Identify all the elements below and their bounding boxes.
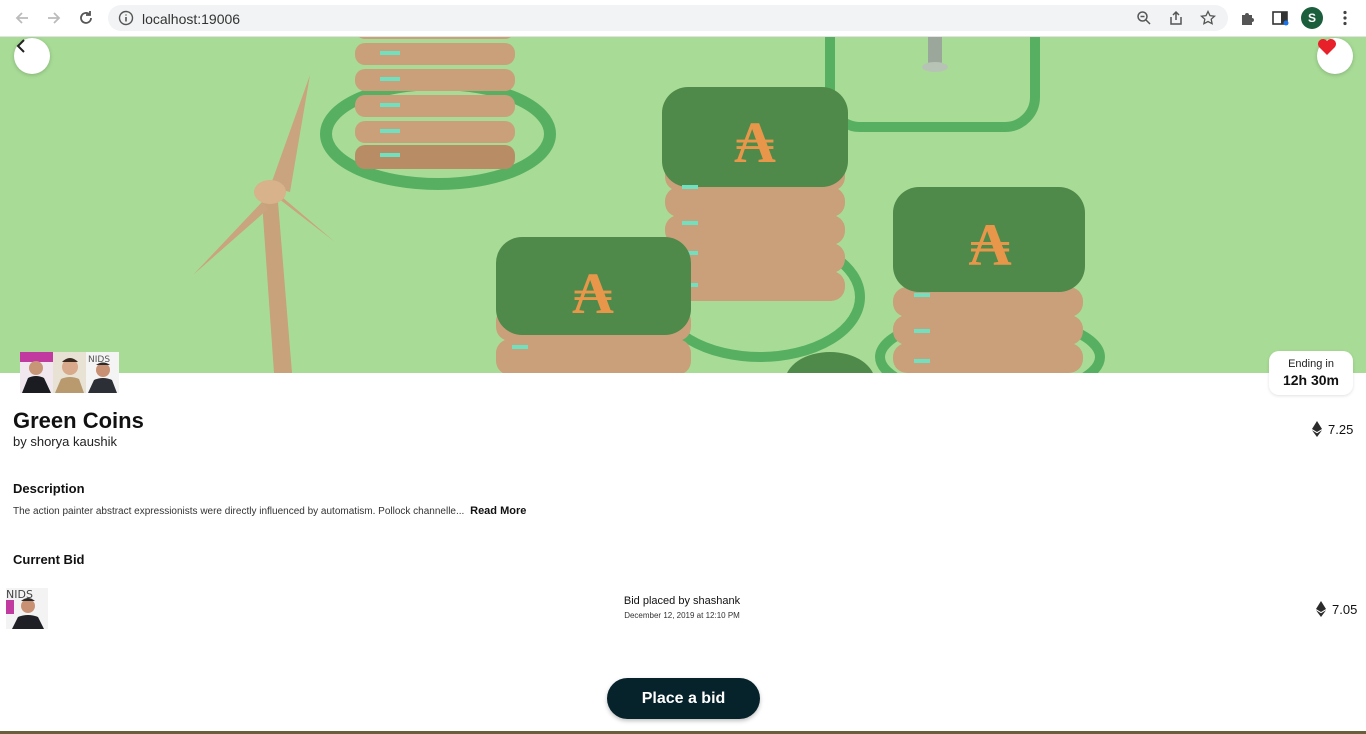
svg-text:₳: ₳ — [572, 259, 614, 327]
extensions-puzzle-icon[interactable] — [1239, 9, 1257, 27]
ethereum-icon — [1316, 601, 1326, 617]
browser-menu-icon[interactable] — [1336, 9, 1354, 27]
svg-text:₳: ₳ — [734, 108, 776, 176]
profile-avatar[interactable]: S — [1301, 7, 1323, 29]
favorite-button[interactable] — [1317, 38, 1353, 74]
owner-avatar[interactable] — [20, 352, 53, 393]
side-panel-icon[interactable] — [1271, 9, 1289, 27]
back-button[interactable] — [14, 38, 50, 74]
owner-avatar[interactable] — [53, 352, 86, 393]
nft-price-value: 7.25 — [1328, 421, 1354, 437]
description-heading: Description — [13, 481, 85, 496]
bid-amount-value: 7.05 — [1332, 601, 1358, 617]
reload-icon[interactable] — [75, 8, 97, 28]
place-bid-button[interactable]: Place a bid — [607, 678, 760, 719]
address-bar[interactable]: localhost:19006 — [108, 5, 1228, 31]
bid-amount: 7.05 — [1316, 601, 1357, 617]
read-more-link[interactable]: Read More — [470, 505, 526, 517]
heart-icon — [1318, 39, 1336, 55]
zoom-icon[interactable] — [1136, 10, 1152, 26]
bid-date: December 12, 2019 at 12:10 PM — [624, 611, 740, 620]
browser-toolbar: localhost:19006 S — [0, 0, 1366, 37]
ending-label: Ending in — [1288, 358, 1334, 370]
nft-hero-image: ₳ ₳ ₳ — [0, 37, 1366, 373]
bidder-avatar[interactable]: NIDS — [6, 588, 48, 629]
chevron-left-icon — [16, 39, 25, 53]
share-icon[interactable] — [1168, 10, 1184, 26]
url-text: localhost:19006 — [142, 11, 241, 27]
nft-price: 7.25 — [1312, 421, 1353, 437]
forward-arrow-icon[interactable] — [43, 8, 65, 28]
back-arrow-icon[interactable] — [11, 8, 33, 28]
ethereum-icon — [1312, 421, 1322, 437]
current-bid-heading: Current Bid — [13, 552, 85, 567]
owner-avatar[interactable]: NIDS — [86, 352, 119, 393]
description-text: The action painter abstract expressionis… — [13, 505, 526, 517]
nft-title: Green Coins — [13, 408, 144, 433]
svg-text:₳: ₳ — [968, 210, 1011, 280]
bookmark-star-icon[interactable] — [1199, 9, 1217, 26]
bid-placed-by: Bid placed by shashank — [623, 595, 741, 607]
auction-ending-badge: Ending in 12h 30m — [1269, 351, 1353, 395]
owner-avatars: NIDS — [20, 352, 119, 393]
ending-countdown: 12h 30m — [1282, 372, 1340, 388]
description-body: The action painter abstract expressionis… — [13, 506, 465, 517]
site-info-icon[interactable] — [118, 10, 134, 26]
nft-creator[interactable]: by shorya kaushik — [13, 434, 117, 449]
bid-details: Bid placed by shashank December 12, 2019… — [560, 595, 804, 620]
